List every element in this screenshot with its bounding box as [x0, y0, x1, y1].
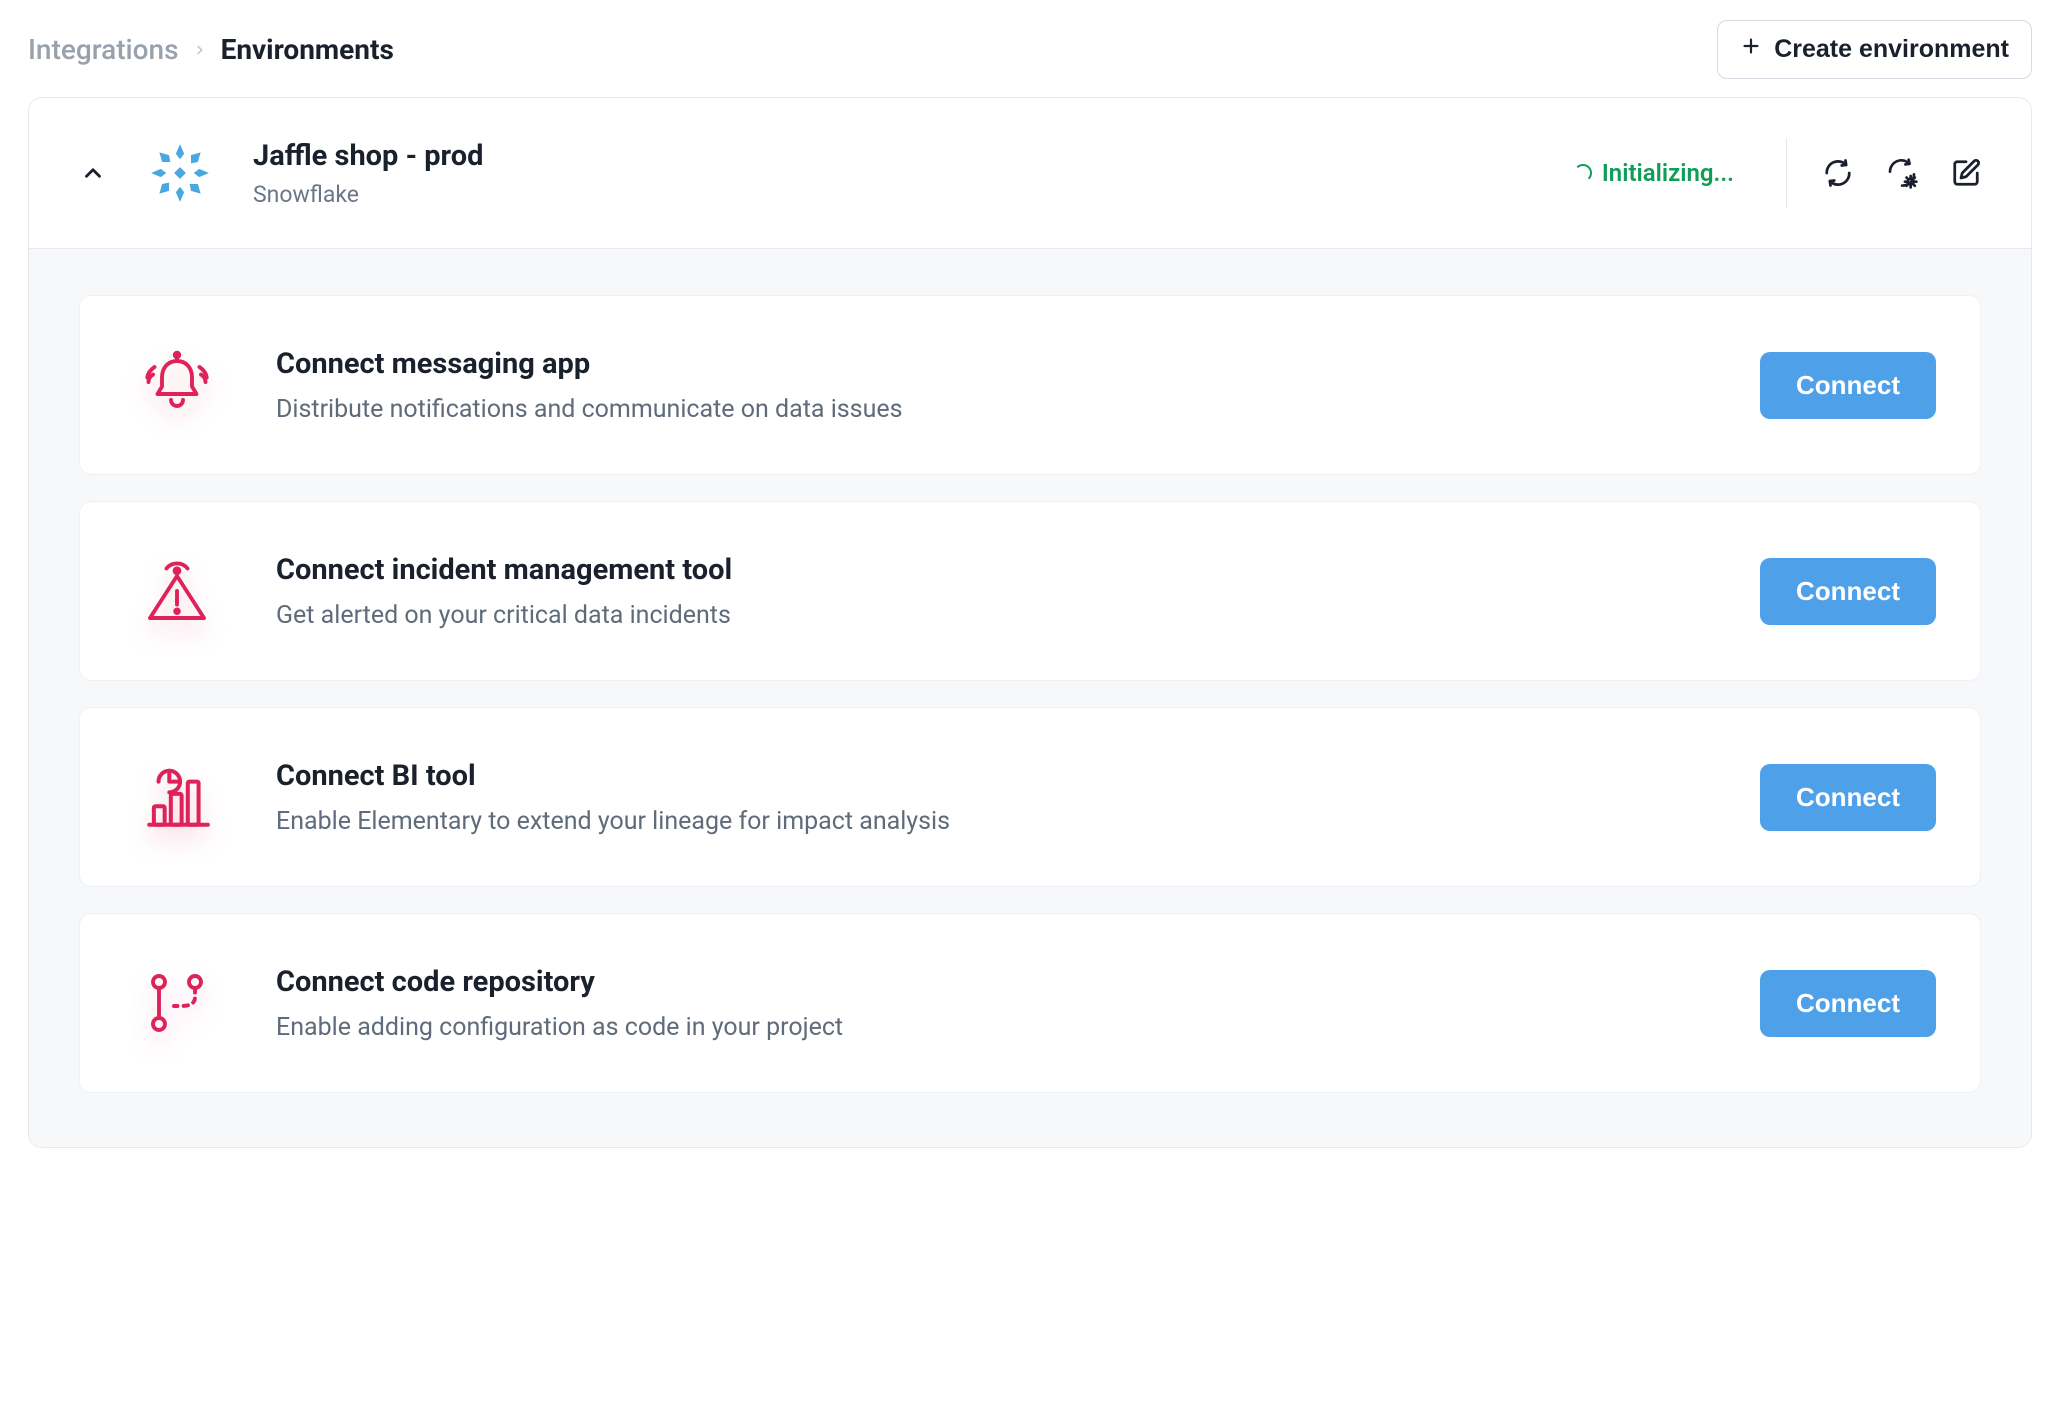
environment-body: Connect messaging app Distribute notific… [29, 248, 2031, 1147]
card-title: Connect incident management tool [276, 553, 1760, 587]
connect-button[interactable]: Connect [1760, 558, 1936, 625]
create-environment-label: Create environment [1774, 35, 2009, 64]
top-bar: Integrations Environments Create environ… [28, 12, 2032, 97]
card-code-repo: Connect code repository Enable adding co… [79, 913, 1981, 1093]
card-title: Connect code repository [276, 965, 1760, 999]
chevron-right-icon [193, 43, 207, 57]
card-desc: Get alerted on your critical data incide… [276, 601, 1760, 630]
sync-settings-icon[interactable] [1885, 156, 1919, 190]
connect-button[interactable]: Connect [1760, 764, 1936, 831]
divider [1786, 138, 1787, 208]
git-branch-icon [134, 960, 220, 1046]
connect-button[interactable]: Connect [1760, 352, 1936, 419]
environment-header: Jaffle shop - prod Snowflake Initializin… [29, 98, 2031, 248]
environment-panel: Jaffle shop - prod Snowflake Initializin… [28, 97, 2032, 1148]
create-environment-button[interactable]: Create environment [1717, 20, 2032, 79]
edit-icon[interactable] [1949, 156, 1983, 190]
card-desc: Enable adding configuration as code in y… [276, 1013, 1760, 1042]
card-bi: Connect BI tool Enable Elementary to ext… [79, 707, 1981, 887]
status-text: Initializing... [1602, 159, 1734, 187]
bell-alert-icon [134, 342, 220, 428]
card-incident: Connect incident management tool Get ale… [79, 501, 1981, 681]
sync-icon[interactable] [1821, 156, 1855, 190]
snowflake-icon [139, 132, 221, 214]
breadcrumb-current: Environments [221, 33, 394, 66]
connect-button[interactable]: Connect [1760, 970, 1936, 1037]
environment-title: Jaffle shop - prod [253, 139, 1564, 173]
warning-signal-icon [134, 548, 220, 634]
card-title: Connect BI tool [276, 759, 1760, 793]
breadcrumb: Integrations Environments [28, 33, 394, 66]
card-messaging: Connect messaging app Distribute notific… [79, 295, 1981, 475]
status-badge: Initializing... [1574, 159, 1734, 187]
analytics-chart-icon [134, 754, 220, 840]
card-title: Connect messaging app [276, 347, 1760, 381]
breadcrumb-prev[interactable]: Integrations [28, 33, 179, 66]
card-desc: Enable Elementary to extend your lineage… [276, 807, 1760, 836]
card-desc: Distribute notifications and communicate… [276, 395, 1760, 424]
collapse-toggle[interactable] [63, 143, 123, 203]
plus-icon [1740, 35, 1762, 64]
environment-subtitle: Snowflake [253, 181, 1564, 208]
spinner-icon [1574, 164, 1592, 182]
